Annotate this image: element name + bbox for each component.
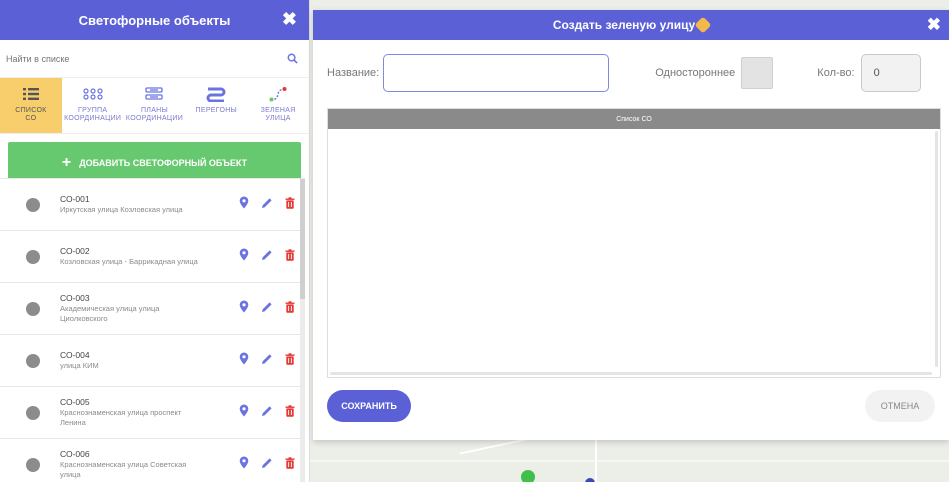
co-list-horizontal-scrollbar[interactable] [330,372,932,375]
plus-icon: + [61,154,72,171]
close-panel-icon[interactable]: ✖ [282,9,297,29]
status-dot-icon [26,197,40,212]
delete-trash-icon[interactable] [285,352,295,370]
search-icon[interactable] [285,52,299,66]
panel-header: Светофорные объекты ✖ [0,0,309,40]
plans-icon [145,84,164,104]
status-dot-icon [26,457,40,472]
status-dot-icon [26,301,40,316]
map-pin-icon[interactable] [239,248,249,266]
green-street-icon [269,84,287,104]
road-segments-icon [206,84,226,104]
co-list-vertical-scrollbar[interactable] [935,131,938,367]
tab-co-list[interactable]: Список СО [0,78,62,133]
search-bar [0,40,309,78]
map-road [310,460,949,462]
status-dot-icon [26,353,40,368]
edit-pencil-icon[interactable] [261,196,273,214]
tab-road-segments[interactable]: Перегоны [185,78,247,133]
list-icon [22,84,39,104]
list-item[interactable]: СО-005 Краснознаменская улица проспект Л… [0,387,305,439]
scrollbar-thumb[interactable] [300,179,305,299]
search-input[interactable] [6,53,285,64]
edit-pencil-icon[interactable] [261,248,273,266]
count-label: Кол-во: [817,67,855,79]
delete-trash-icon[interactable] [285,404,295,422]
cursor-hand-icon [694,16,712,34]
map-pin-icon[interactable] [239,352,249,370]
tab-label: Группа координации [64,107,122,122]
tab-label: Перегоны [195,107,238,114]
status-dot-icon [26,405,40,420]
tab-green-street[interactable]: Зеленая улица [247,78,309,133]
list-item[interactable]: СО-002 Козловская улица - Баррикадная ул… [0,231,305,283]
traffic-object-list: СО-001 Иркутская улица Козловская улица … [0,178,305,482]
oneway-label: Одностороннее [655,67,736,79]
item-code: СО-002 [60,246,90,256]
tab-label: Зеленая улица [260,107,296,122]
oneway-checkbox[interactable] [741,57,774,89]
list-item[interactable]: СО-003 Академическая улица улица Циолков… [0,283,305,335]
form-row: Название: Одностороннее Кол-во: [327,54,935,92]
item-code: СО-005 [60,397,90,407]
item-description: Краснознаменская улица Советская улица [60,460,187,479]
map-marker-green[interactable] [521,470,535,482]
dialog-header: Создать зеленую улицу ✖ [313,10,949,40]
delete-trash-icon[interactable] [285,196,295,214]
item-description: Академическая улица улица Циолковского [60,304,160,323]
edit-pencil-icon[interactable] [261,404,273,422]
edit-pencil-icon[interactable] [261,352,273,370]
panel-tabs: Список СО Группа координации Планы коорд… [0,78,309,134]
item-code: СО-001 [60,194,90,204]
item-description: Краснознаменская улица проспект Ленина [60,408,182,427]
item-description: улица КИМ [60,361,99,370]
tab-label: Список СО [15,107,47,122]
panel-title: Светофорные объекты [78,12,231,28]
map-road [595,440,597,482]
item-description: Козловская улица - Баррикадная улица [60,257,198,266]
item-description: Иркутская улица Козловская улица [60,205,183,214]
item-code: СО-004 [60,350,90,360]
traffic-objects-panel: Светофорные объекты ✖ Список СО Группа к… [0,0,310,482]
add-button-label: Добавить светофорный объект [79,158,248,168]
cancel-button[interactable]: Отмена [865,390,935,422]
dialog-title: Создать зеленую улицу [552,18,696,32]
map-pin-icon[interactable] [239,456,249,474]
save-button[interactable]: Сохранить [327,390,411,422]
list-item[interactable]: СО-001 Иркутская улица Козловская улица [0,179,305,231]
delete-trash-icon[interactable] [285,300,295,318]
edit-pencil-icon[interactable] [261,456,273,474]
co-list-table: Список СО [327,108,941,378]
tab-coordination-group[interactable]: Группа координации [62,78,124,133]
map-marker-blue[interactable] [585,478,595,482]
name-input[interactable] [383,54,610,92]
delete-trash-icon[interactable] [285,456,295,474]
map-pin-icon[interactable] [239,404,249,422]
map-pin-icon[interactable] [239,196,249,214]
close-dialog-icon[interactable]: ✖ [927,15,941,35]
map-pin-icon[interactable] [239,300,249,318]
status-dot-icon [26,249,40,264]
item-code: СО-003 [60,293,90,303]
list-item[interactable]: СО-006 Краснознаменская улица Советская … [0,439,305,482]
name-label: Название: [327,67,380,79]
item-code: СО-006 [60,449,90,459]
edit-pencil-icon[interactable] [261,300,273,318]
list-item[interactable]: СО-004 улица КИМ [0,335,305,387]
delete-trash-icon[interactable] [285,248,295,266]
co-list-header: Список СО [328,109,940,129]
count-field[interactable] [860,54,921,92]
tab-label: Планы координации [125,107,184,122]
tab-coordination-plans[interactable]: Планы координации [124,78,186,133]
group-icon [83,84,103,104]
co-list-body[interactable] [328,129,940,377]
list-scrollbar[interactable] [300,179,305,482]
create-green-street-dialog: Создать зеленую улицу ✖ Название: Одност… [313,10,949,440]
